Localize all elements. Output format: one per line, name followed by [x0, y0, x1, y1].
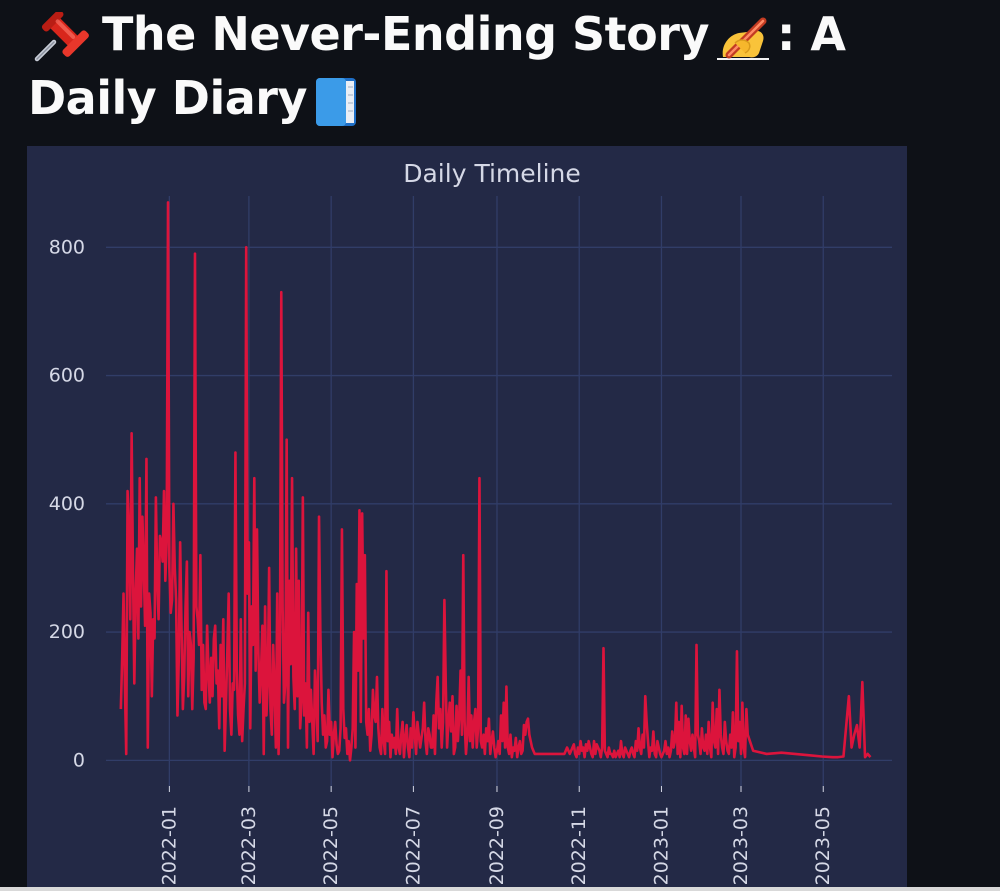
x-tick-label: 2022-03 — [238, 806, 260, 885]
chart-panel: Daily Timeline 0 200 400 600 800 2022-01 2022… — [27, 146, 907, 891]
x-tick-label: 2022-01 — [158, 806, 180, 885]
x-tick-label: 2023-03 — [730, 806, 752, 885]
page-scroll-edge — [0, 887, 1000, 891]
x-tick-label: 2022-09 — [486, 806, 508, 885]
x-tick-label: 2022-05 — [320, 806, 342, 885]
x-tick-label: 2022-11 — [568, 806, 590, 885]
y-tick-label: 200 — [49, 621, 85, 643]
y-tick-label: 800 — [49, 236, 85, 258]
pushpin-icon — [28, 11, 92, 64]
x-tick-label: 2023-05 — [812, 806, 834, 885]
y-tick-label: 600 — [49, 365, 85, 387]
page-title: The Never-Ending Story : A Daily Diary — [28, 2, 908, 130]
series-line-daily — [119, 201, 872, 762]
title-text-part2: : A — [776, 7, 846, 61]
title-text-part1: The Never-Ending Story — [102, 7, 709, 61]
title-text-part3: Daily Diary — [28, 71, 307, 125]
x-tick-label: 2022-07 — [402, 806, 424, 885]
writing-hand-icon — [715, 13, 771, 63]
y-tick-label: 0 — [73, 749, 85, 771]
x-tick-label: 2023-01 — [650, 806, 672, 885]
blue-book-icon — [313, 75, 359, 129]
y-tick-label: 400 — [49, 493, 85, 515]
chart-title: Daily Timeline — [403, 159, 581, 188]
daily-timeline-chart: Daily Timeline 0 200 400 600 800 2022-01 2022… — [49, 159, 892, 885]
